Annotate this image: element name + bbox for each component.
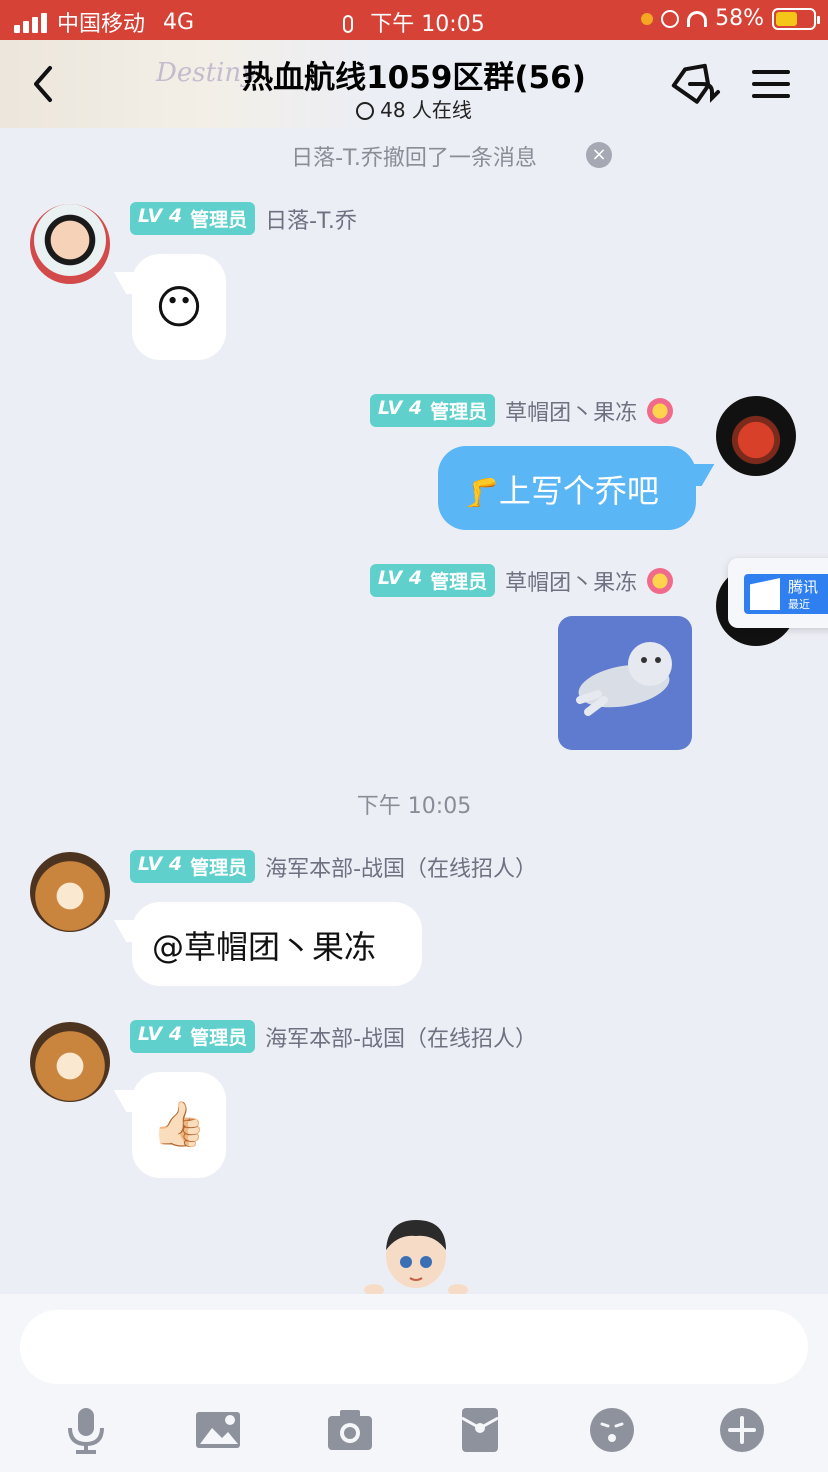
camera-button[interactable]: [326, 1406, 374, 1454]
message-meta: LV 4 管理员 海军本部-战国（在线招人）: [130, 850, 537, 883]
message-meta: LV 4 管理员 草帽团丶果冻: [370, 394, 674, 427]
menu-button[interactable]: [746, 60, 802, 108]
message-meta: LV 4 管理员 海军本部-战国（在线招人）: [130, 1020, 537, 1053]
headphones-icon: [687, 10, 708, 27]
microphone-icon: [68, 1408, 104, 1454]
more-button[interactable]: [718, 1406, 766, 1454]
message-bubble[interactable]: 👍🏻: [132, 1072, 226, 1178]
battery-percent: 58%: [715, 6, 764, 31]
avatar[interactable]: [30, 204, 110, 284]
voice-button[interactable]: [62, 1406, 110, 1454]
cat-sticker-icon: [576, 642, 672, 716]
tag-share-icon: [671, 63, 720, 104]
alarm-icon: [661, 9, 680, 28]
message-meta: LV 4 管理员 草帽团丶果冻: [370, 564, 674, 597]
image-icon: [196, 1412, 240, 1448]
recording-dot-icon: [641, 12, 654, 25]
close-notice-button[interactable]: ×: [586, 142, 612, 168]
camera-icon: [328, 1410, 372, 1450]
app-name: 腾讯: [788, 578, 819, 596]
level-badge: LV 4 管理员: [370, 394, 496, 427]
emoji-button[interactable]: [588, 1406, 636, 1454]
sender-name[interactable]: 草帽团丶果冻: [505, 565, 637, 597]
chevron-down-icon: [356, 102, 375, 120]
floating-app-card[interactable]: 腾讯 最近: [728, 558, 828, 628]
recall-notice: 日落-T.乔撤回了一条消息: [291, 146, 537, 171]
app-shortcut[interactable]: 腾讯 最近: [744, 574, 828, 614]
time-separator: 下午 10:05: [356, 794, 472, 819]
chat-header: Destiny 热血航线1059区群(56) 48 人在线: [0, 40, 828, 128]
emoji-face-icon: [590, 1408, 634, 1452]
emoji-content: 👍🏻: [151, 1099, 207, 1150]
app-subtitle: 最近: [788, 598, 810, 611]
avatar[interactable]: [716, 396, 796, 476]
share-button[interactable]: [668, 60, 724, 108]
clock-time: 下午 10:05: [370, 12, 485, 37]
sticker-image[interactable]: [558, 616, 692, 750]
sender-name[interactable]: 海军本部-战国（在线招人）: [265, 1021, 537, 1053]
cartoon-character-icon: [364, 1220, 468, 1296]
message-meta: LV 4 管理员 日落-T.乔: [130, 202, 357, 235]
level-badge: LV 4 管理员: [130, 850, 256, 883]
app-logo-icon: [750, 578, 780, 610]
sender-name[interactable]: 草帽团丶果冻: [505, 395, 637, 427]
avatar[interactable]: [30, 852, 110, 932]
red-packet-button[interactable]: [456, 1406, 504, 1454]
emoji-inline: 🦵: [464, 476, 499, 509]
sender-name[interactable]: 海军本部-战国（在线招人）: [265, 851, 537, 883]
level-badge: LV 4 管理员: [370, 564, 496, 597]
message-bubble[interactable]: 🦵上写个乔吧: [438, 446, 696, 530]
avatar[interactable]: [30, 1022, 110, 1102]
composer-bar: [0, 1294, 828, 1472]
online-count: 48 人在线: [380, 98, 472, 122]
image-button[interactable]: [194, 1406, 242, 1454]
status-bar: 中国移动 4G 下午 10:05 58%: [0, 0, 828, 40]
companion-avatar[interactable]: [364, 1216, 468, 1296]
composer-toolbar: [0, 1398, 828, 1458]
message-bubble[interactable]: @草帽团丶果冻: [132, 902, 422, 986]
emoji-content: 😶: [155, 280, 203, 334]
message-input[interactable]: [20, 1310, 808, 1384]
level-badge: LV 4 管理员: [130, 1020, 256, 1053]
level-badge: LV 4 管理员: [130, 202, 256, 235]
message-bubble[interactable]: 😶: [132, 254, 226, 360]
sender-name[interactable]: 日落-T.乔: [265, 203, 357, 235]
message-text: 上写个乔吧: [498, 472, 659, 510]
hamburger-menu-icon: [752, 70, 790, 98]
plus-icon: [720, 1408, 764, 1452]
flower-icon: [647, 567, 674, 594]
message-text: @草帽团丶果冻: [152, 928, 377, 966]
microphone-status-icon: [343, 15, 354, 33]
red-packet-icon: [461, 1408, 499, 1452]
battery-icon: [772, 7, 820, 30]
flower-icon: [647, 397, 674, 424]
